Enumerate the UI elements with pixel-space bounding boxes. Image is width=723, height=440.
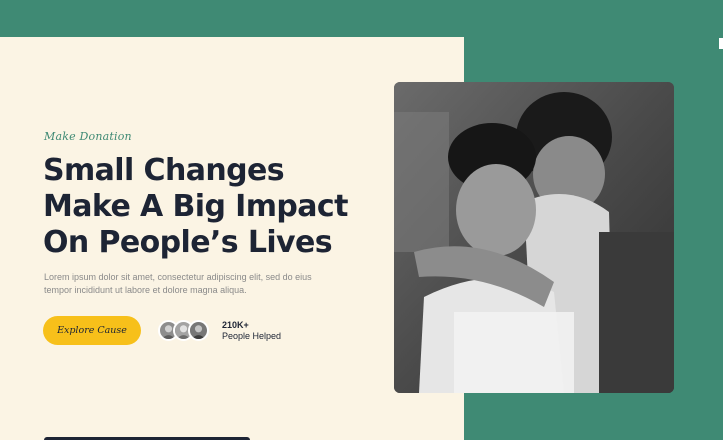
headline-line-3: On People’s Lives bbox=[43, 225, 333, 260]
helper-avatars bbox=[158, 320, 209, 341]
hero-headline: Small Changes Make A Big Impact On Peopl… bbox=[43, 153, 363, 261]
avatar bbox=[188, 320, 209, 341]
children-photo-icon bbox=[394, 82, 674, 393]
people-helped-stat: 210K+ People Helped bbox=[222, 320, 281, 342]
eyebrow-label: Make Donation bbox=[44, 130, 132, 143]
hero-description: Lorem ipsum dolor sit amet, consectetur … bbox=[44, 272, 312, 295]
hero-photo bbox=[394, 82, 674, 393]
avatar-photo-icon bbox=[190, 322, 207, 339]
explore-cause-button[interactable]: Explore Cause bbox=[43, 316, 141, 345]
stat-count: 210K+ bbox=[222, 320, 249, 330]
stat-label: People Helped bbox=[222, 331, 282, 341]
headline-line-2: Make A Big Impact bbox=[43, 189, 348, 224]
headline-line-1: Small Changes bbox=[43, 153, 285, 188]
corner-marker bbox=[719, 38, 723, 49]
